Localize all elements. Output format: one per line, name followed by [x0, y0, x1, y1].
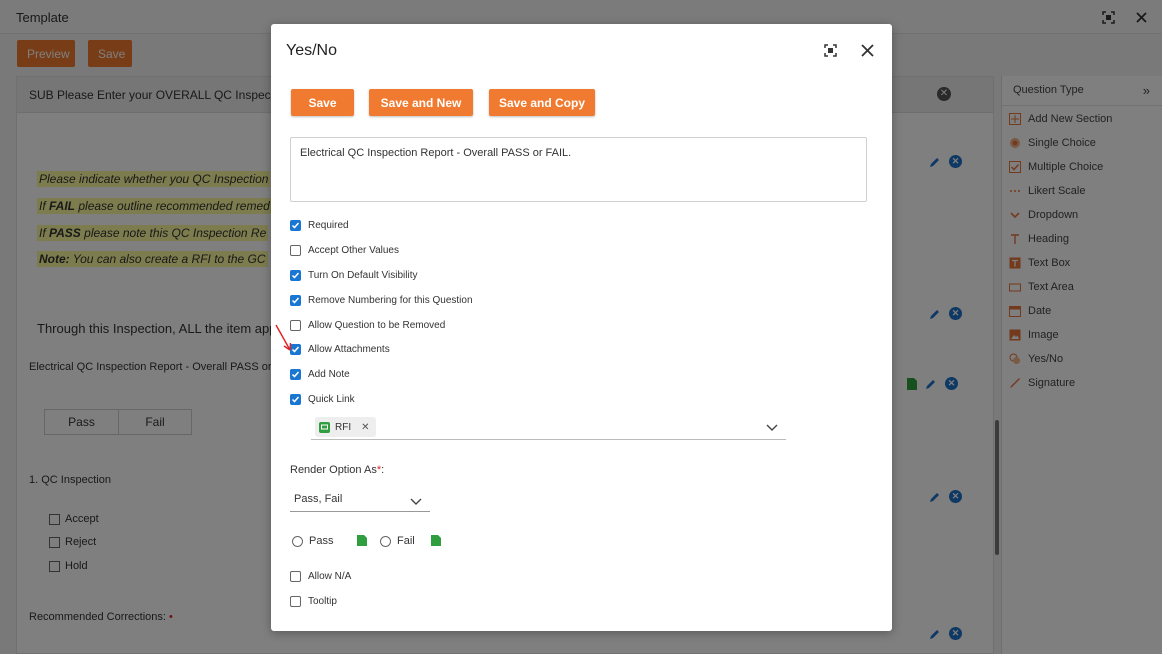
checkbox-checked[interactable] [290, 294, 301, 306]
chip-remove-icon[interactable]: ✕ [361, 422, 369, 433]
quick-link-select[interactable]: RFI ✕ [311, 416, 786, 440]
option-default-visibility[interactable]: Turn On Default Visibility [290, 268, 418, 282]
save-button[interactable]: Save [291, 89, 354, 116]
render-option-label: Render Option As*: [290, 464, 385, 476]
close-icon[interactable] [859, 42, 875, 58]
option-tooltip[interactable]: Tooltip [290, 594, 337, 608]
option-required[interactable]: Required [290, 218, 349, 232]
checkbox[interactable] [290, 570, 301, 582]
annotation-arrow-icon [275, 324, 292, 351]
render-option-select[interactable]: Pass, Fail [290, 490, 430, 512]
checkbox[interactable] [290, 244, 301, 256]
checkbox-checked[interactable] [290, 269, 301, 281]
dialog-title: Yes/No [286, 42, 337, 59]
checkbox-checked[interactable] [290, 219, 301, 231]
quick-link-chip: RFI ✕ [315, 417, 376, 437]
attachment-file-icon[interactable] [357, 535, 367, 546]
attachment-file-icon[interactable] [431, 535, 441, 546]
maximize-icon[interactable] [822, 42, 838, 58]
chevron-down-icon[interactable] [410, 498, 422, 506]
option-quick-link[interactable]: Quick Link [290, 392, 355, 406]
checkbox[interactable] [290, 595, 301, 607]
option-remove-numbering[interactable]: Remove Numbering for this Question [290, 293, 473, 307]
radio-button[interactable] [380, 535, 391, 547]
checkbox-checked[interactable] [290, 368, 301, 380]
radio-fail[interactable]: Fail [380, 535, 415, 547]
option-allow-remove[interactable]: Allow Question to be Removed [290, 318, 445, 332]
checkbox-checked[interactable] [290, 393, 301, 405]
option-allow-attachments[interactable]: Allow Attachments [290, 342, 390, 356]
option-add-note[interactable]: Add Note [290, 367, 350, 381]
save-and-copy-button[interactable]: Save and Copy [489, 89, 595, 116]
question-text-input[interactable]: Electrical QC Inspection Report - Overal… [290, 137, 867, 202]
radio-button[interactable] [292, 535, 303, 547]
option-allow-na[interactable]: Allow N/A [290, 569, 351, 583]
radio-pass[interactable]: Pass [292, 535, 333, 547]
save-and-new-button[interactable]: Save and New [369, 89, 473, 116]
chevron-down-icon[interactable] [766, 424, 778, 432]
yes-no-dialog: Yes/No Save Save and New Save and Copy E… [271, 24, 892, 631]
rfi-icon [319, 421, 330, 433]
option-accept-other-values[interactable]: Accept Other Values [290, 243, 399, 257]
required-mark: * [376, 464, 382, 476]
